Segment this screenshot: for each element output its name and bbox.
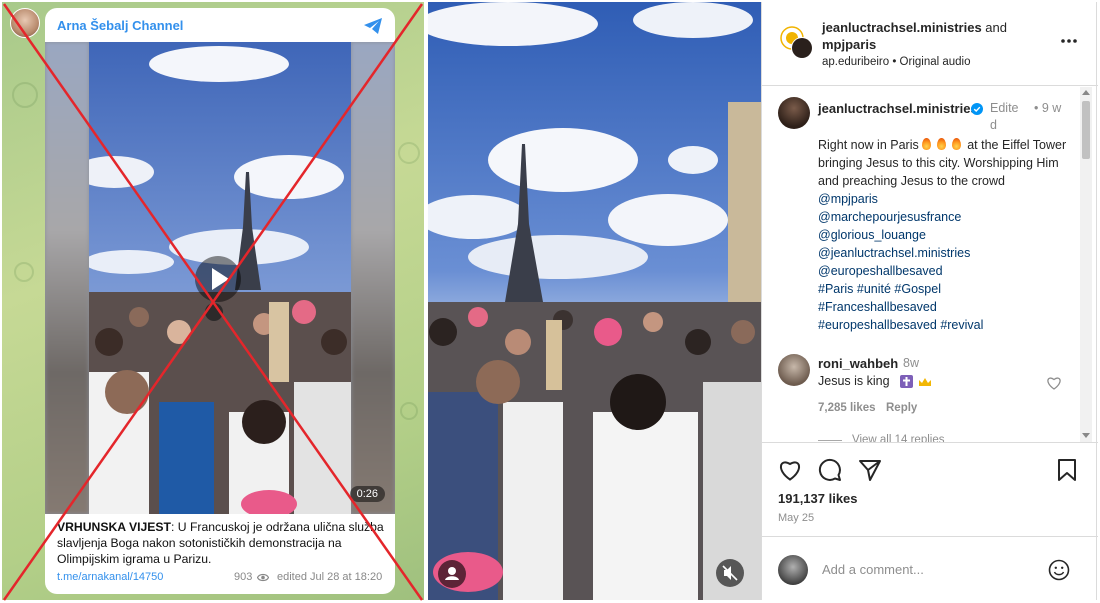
crown-icon bbox=[919, 378, 931, 386]
mention-link[interactable]: @europeshallbesaved bbox=[818, 262, 1068, 280]
telegram-share-icon[interactable] bbox=[363, 17, 383, 35]
caption-avatar[interactable] bbox=[778, 97, 810, 129]
coauthor-username[interactable]: mpjparis bbox=[822, 37, 876, 52]
screenshot-root: Arna Šebalj Channel 0:26 VRHUNSKA VIJEST… bbox=[0, 0, 1100, 603]
caption-text: Right now in Paris at the Eiffel Tower b… bbox=[818, 136, 1068, 334]
post-date: May 25 bbox=[778, 512, 815, 524]
hashtag-links[interactable]: #europeshallbesaved #revival bbox=[818, 316, 1068, 334]
telegram-panel: Arna Šebalj Channel 0:26 VRHUNSKA VIJEST… bbox=[2, 2, 424, 600]
video-player[interactable]: 0:26 bbox=[45, 42, 395, 514]
verified-badge-icon bbox=[971, 103, 983, 115]
comment-input[interactable]: Add a comment... bbox=[822, 562, 1022, 577]
edited-timestamp: edited Jul 28 at 18:20 bbox=[277, 571, 383, 583]
edited-label: Edited bbox=[990, 101, 1019, 132]
comment-icon[interactable] bbox=[818, 458, 842, 482]
video-duration: 0:26 bbox=[349, 486, 385, 502]
message-header: Arna Šebalj Channel bbox=[45, 8, 395, 42]
bookmark-icon[interactable] bbox=[1057, 458, 1077, 482]
video-frame bbox=[428, 2, 761, 600]
likes-count[interactable]: 191,137 likes bbox=[778, 491, 858, 506]
scrollbar[interactable] bbox=[1080, 87, 1092, 442]
wallpaper-doodle bbox=[398, 142, 420, 164]
more-options-icon[interactable] bbox=[1060, 38, 1078, 44]
wallpaper-doodle bbox=[12, 82, 38, 108]
fire-icon bbox=[921, 138, 931, 150]
fire-icon bbox=[951, 138, 961, 150]
mention-link[interactable]: @glorious_louange bbox=[818, 226, 1068, 244]
caption-time: • 9 w bbox=[1034, 101, 1062, 115]
current-user-avatar bbox=[778, 555, 808, 585]
message-link[interactable]: t.me/arnakanal/14750 bbox=[57, 571, 163, 583]
person-icon bbox=[445, 567, 459, 580]
hashtag-links[interactable]: #Paris #unité #Gospel bbox=[818, 280, 1068, 298]
caption-username[interactable]: jeanluctrachsel.ministries bbox=[818, 100, 988, 117]
mention-link[interactable]: @mpjparis bbox=[818, 192, 878, 206]
post-actions: 191,137 likes May 25 bbox=[762, 444, 1098, 534]
instagram-sidebar: jeanluctrachsel.ministries and mpjparis … bbox=[761, 2, 1098, 600]
replies-divider bbox=[818, 440, 842, 441]
channel-avatar[interactable] bbox=[10, 8, 40, 38]
commenter-avatar[interactable] bbox=[778, 354, 810, 386]
channel-name[interactable]: Arna Šebalj Channel bbox=[57, 18, 183, 33]
hashtag-link[interactable]: #Franceshallbesaved bbox=[818, 298, 1068, 316]
message-headline: VRHUNSKA VIJEST bbox=[57, 520, 171, 534]
author-joiner: and bbox=[981, 20, 1007, 35]
mention-link[interactable]: @marchepourjesusfrance bbox=[818, 208, 1068, 226]
author-username[interactable]: jeanluctrachsel.ministries bbox=[822, 20, 982, 35]
reply-button[interactable]: Reply bbox=[886, 402, 917, 414]
heart-icon[interactable] bbox=[778, 459, 802, 481]
play-icon bbox=[212, 268, 229, 290]
wallpaper-doodle bbox=[14, 262, 34, 282]
scroll-down-arrow-icon[interactable] bbox=[1082, 433, 1090, 438]
caption-line1: Right now in Paris bbox=[818, 138, 919, 152]
telegram-message-card: Arna Šebalj Channel 0:26 VRHUNSKA VIJEST… bbox=[45, 8, 395, 594]
view-count: 903 bbox=[234, 571, 253, 583]
comment-like-heart-icon[interactable] bbox=[1046, 376, 1062, 390]
view-replies-link[interactable]: View all 14 replies bbox=[852, 434, 944, 442]
latin-cross-icon bbox=[900, 375, 913, 388]
post-header: jeanluctrachsel.ministries and mpjparis … bbox=[762, 2, 1098, 86]
send-icon[interactable] bbox=[858, 458, 882, 482]
scroll-up-arrow-icon[interactable] bbox=[1082, 90, 1090, 95]
add-comment-bar: Add a comment... bbox=[762, 536, 1098, 600]
comment-text: Jesus is king bbox=[818, 374, 890, 388]
instagram-video[interactable] bbox=[428, 2, 761, 600]
scrollbar-thumb[interactable] bbox=[1082, 101, 1090, 159]
collab-avatar-pair[interactable] bbox=[780, 26, 814, 60]
mute-button[interactable] bbox=[716, 559, 744, 587]
wallpaper-doodle bbox=[400, 402, 418, 420]
mention-link[interactable]: @jeanluctrachsel.ministries bbox=[818, 244, 1068, 262]
audio-attribution[interactable]: ap.eduribeiro • Original audio bbox=[822, 56, 971, 68]
fire-icon bbox=[936, 138, 946, 150]
cross-glyph bbox=[903, 377, 910, 386]
comments-scroll-area[interactable]: jeanluctrachsel.ministries Edited • 9 w … bbox=[762, 87, 1098, 443]
commenter-username[interactable]: roni_wahbeh bbox=[818, 356, 898, 371]
video-blur-left bbox=[45, 42, 89, 514]
message-text: VRHUNSKA VIJEST: U Francuskoj je održana… bbox=[57, 519, 387, 567]
tagged-users-button[interactable] bbox=[438, 560, 466, 588]
message-footer: t.me/arnakanal/14750 903 edited Jul 28 a… bbox=[57, 571, 383, 587]
video-blur-right bbox=[351, 42, 395, 514]
post-authors: jeanluctrachsel.ministries and mpjparis bbox=[822, 19, 1062, 53]
eye-icon bbox=[257, 573, 269, 582]
comment-likes[interactable]: 7,285 likes bbox=[818, 402, 876, 414]
emoji-icon[interactable] bbox=[1048, 559, 1070, 581]
muted-speaker-icon bbox=[722, 565, 738, 581]
comment-time: 8w bbox=[903, 356, 919, 370]
